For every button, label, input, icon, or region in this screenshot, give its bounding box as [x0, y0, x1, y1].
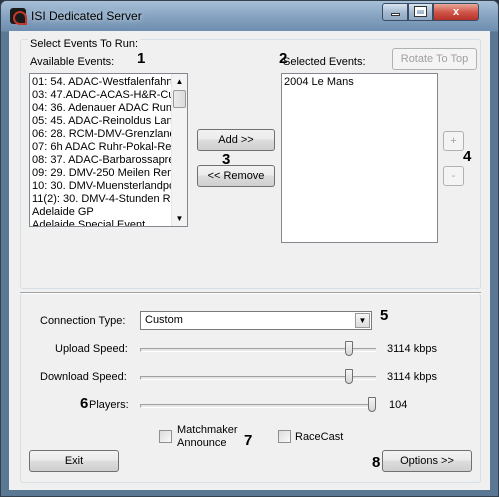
scroll-up-arrow-icon[interactable]: ▲ — [172, 74, 187, 89]
players-track[interactable] — [140, 404, 376, 408]
annotation-marker-7: 7 — [244, 432, 253, 449]
list-item[interactable]: 06: 28. RCM-DMV-Grenzlandrennen — [30, 128, 172, 141]
close-button[interactable]: x — [433, 3, 479, 21]
events-group-title: Select Events To Run: — [28, 38, 141, 50]
list-item[interactable]: 07: 6h ADAC Ruhr-Pokal-Rennen — [30, 141, 172, 154]
players-label: Players: — [89, 399, 129, 411]
available-list-scrollbar[interactable]: ▲ ▼ — [171, 74, 187, 226]
annotation-marker-5: 5 — [380, 307, 389, 324]
upload-speed-track[interactable] — [140, 348, 376, 352]
matchmaker-announce-checkbox[interactable] — [159, 430, 172, 443]
move-down-button[interactable]: - — [443, 166, 464, 186]
available-events-list[interactable]: 01: 54. ADAC-Westfalenfahrt 03: 47.ADAC-A… — [29, 73, 188, 227]
connection-type-select[interactable]: Custom ▼ — [140, 311, 372, 330]
server-window: ISI Dedicated Server x Select Events To … — [0, 0, 499, 497]
move-up-button[interactable]: + — [443, 131, 464, 151]
matchmaker-label-line1: Matchmaker — [177, 424, 238, 436]
list-item[interactable]: Adelaide Special Event — [30, 219, 172, 226]
connection-type-value: Custom — [145, 314, 183, 326]
annotation-marker-1: 1 — [137, 50, 146, 67]
options-button[interactable]: Options >> — [382, 450, 472, 472]
annotation-marker-2: 2 — [279, 50, 288, 67]
chevron-down-icon[interactable]: ▼ — [355, 313, 370, 328]
window-title: ISI Dedicated Server — [31, 9, 142, 23]
racecast-label: RaceCast — [295, 431, 344, 443]
annotation-marker-6: 6 — [80, 395, 89, 412]
scroll-thumb[interactable] — [173, 90, 186, 108]
download-speed-value: 3114 kbps — [387, 371, 437, 383]
connection-type-label: Connection Type: — [40, 315, 126, 327]
list-item[interactable]: Adelaide GP — [30, 206, 172, 219]
remove-button[interactable]: << Remove — [197, 165, 275, 187]
maximize-button[interactable] — [408, 3, 433, 21]
upload-speed-value: 3114 kbps — [387, 343, 437, 355]
racecast-checkbox[interactable] — [278, 430, 291, 443]
annotation-marker-3: 3 — [222, 151, 231, 168]
players-slider-thumb[interactable] — [368, 397, 376, 412]
upload-speed-slider-thumb[interactable] — [345, 341, 354, 356]
download-speed-track[interactable] — [140, 376, 376, 380]
upload-speed-label: Upload Speed: — [55, 343, 128, 355]
available-events-label: Available Events: — [30, 56, 115, 68]
list-item[interactable]: 2004 Le Mans — [282, 76, 432, 89]
players-value: 104 — [389, 399, 408, 411]
list-item[interactable]: 01: 54. ADAC-Westfalenfahrt — [30, 76, 172, 89]
add-button[interactable]: Add >> — [197, 129, 275, 151]
list-item[interactable]: 04: 36. Adenauer ADAC Rundstrecken-Troph… — [30, 102, 172, 115]
scroll-down-arrow-icon[interactable]: ▼ — [172, 211, 187, 226]
close-icon: x — [452, 6, 460, 18]
exit-button[interactable]: Exit — [29, 450, 119, 472]
minimize-button[interactable] — [382, 3, 408, 21]
list-item[interactable]: 08: 37. ADAC-Barbarossapreis — [30, 154, 172, 167]
download-speed-label: Download Speed: — [40, 371, 127, 383]
app-logo-icon — [10, 8, 27, 25]
list-item[interactable]: 10: 30. DMV-Muensterlandpokal — [30, 180, 172, 193]
minimize-icon — [390, 13, 400, 16]
matchmaker-label-line2: Announce — [177, 437, 227, 449]
maximize-icon — [414, 6, 427, 17]
selected-events-label: Selected Events: — [283, 56, 366, 68]
annotation-marker-8: 8 — [372, 454, 381, 471]
title-bar[interactable]: ISI Dedicated Server x — [1, 1, 498, 31]
client-area: Select Events To Run: Available Events: … — [9, 31, 490, 490]
selected-events-list[interactable]: 2004 Le Mans — [281, 73, 438, 243]
download-speed-slider-thumb[interactable] — [345, 369, 354, 384]
rotate-to-top-button[interactable]: Rotate To Top — [392, 48, 477, 70]
annotation-marker-4: 4 — [463, 148, 472, 165]
list-item[interactable]: 11(2): 30. DMV-4-Stunden Rennen — [30, 193, 172, 206]
list-item[interactable]: 05: 45. ADAC-Reinoldus Langstreckenrenne… — [30, 115, 172, 128]
list-item[interactable]: 09: 29. DMV-250 Meilen Rennen — [30, 167, 172, 180]
list-item[interactable]: 03: 47.ADAC-ACAS-H&R-Cup — [30, 89, 172, 102]
